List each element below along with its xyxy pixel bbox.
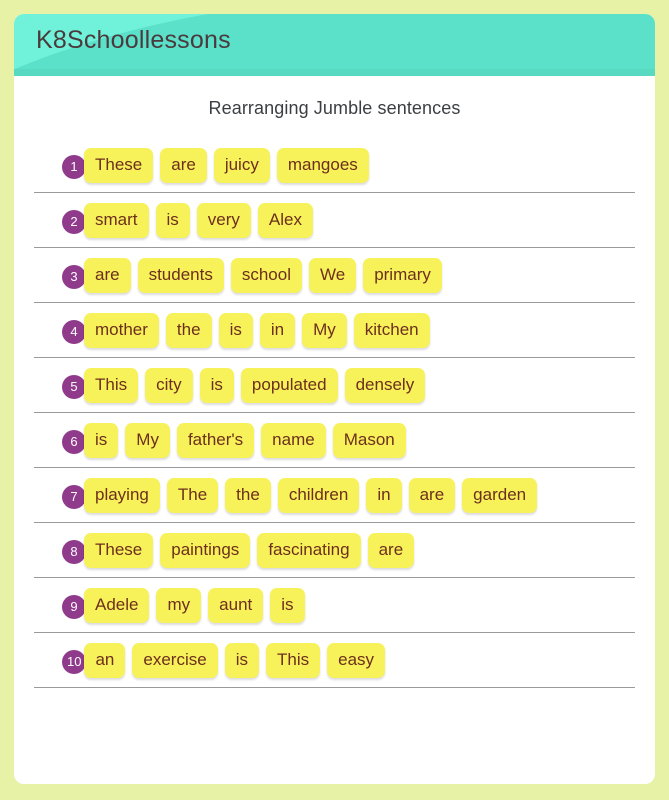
word-chip[interactable]: mother: [84, 312, 159, 348]
word-chip[interactable]: This: [84, 367, 139, 403]
word-chip[interactable]: These: [84, 147, 154, 183]
word-chip[interactable]: smart: [84, 202, 149, 238]
word-chip[interactable]: in: [366, 477, 402, 513]
word-chip[interactable]: densely: [344, 367, 426, 403]
word-chip[interactable]: easy: [327, 642, 386, 678]
word-chip[interactable]: an: [84, 642, 126, 678]
exercise-row: 1 These are juicy mangoes: [34, 138, 635, 193]
exercise-row: 4 mother the is in My kitchen: [34, 303, 635, 358]
word-chip-group: smart is very Alex: [84, 202, 320, 238]
word-chip[interactable]: in: [259, 312, 296, 348]
word-chip[interactable]: The: [166, 477, 219, 513]
word-chip-group: playing The the children in are garden: [84, 477, 544, 513]
word-chip[interactable]: is: [84, 422, 119, 458]
worksheet-body: Rearranging Jumble sentences 1 These are ju…: [14, 97, 655, 688]
exercise-number-badge: 5: [62, 375, 86, 399]
word-chip[interactable]: students: [137, 257, 224, 293]
word-chip[interactable]: city: [145, 367, 193, 403]
exercise-list: 1 These are juicy mangoes 2 smart is very Alex 3 ar…: [34, 138, 635, 688]
word-chip[interactable]: These: [84, 532, 154, 568]
word-chip[interactable]: is: [218, 312, 253, 348]
exercise-number-badge: 3: [62, 265, 86, 289]
word-chip[interactable]: This: [265, 642, 321, 678]
word-chip-group: These paintings fascinating are: [84, 532, 421, 568]
word-chip[interactable]: is: [199, 367, 234, 403]
word-chip[interactable]: are: [160, 147, 207, 183]
word-chip[interactable]: are: [408, 477, 456, 513]
word-chip[interactable]: aunt: [208, 587, 264, 623]
word-chip[interactable]: my: [156, 587, 202, 623]
exercise-number-badge: 8: [62, 540, 86, 564]
word-chip[interactable]: paintings: [160, 532, 251, 568]
word-chip[interactable]: playing: [84, 477, 160, 513]
word-chip[interactable]: exercise: [132, 642, 218, 678]
word-chip[interactable]: Adele: [84, 587, 150, 623]
exercise-number-badge: 7: [62, 485, 86, 509]
word-chip[interactable]: is: [155, 202, 190, 238]
word-chip-group: an exercise is This easy: [84, 642, 392, 678]
exercise-number-badge: 6: [62, 430, 86, 454]
word-chip[interactable]: children: [277, 477, 360, 513]
word-chip[interactable]: mangoes: [276, 147, 369, 183]
word-chip[interactable]: school: [230, 257, 302, 293]
word-chip[interactable]: Mason: [332, 422, 406, 458]
word-chip[interactable]: is: [224, 642, 259, 678]
exercise-row: 5 This city is populated densely: [34, 358, 635, 413]
exercise-row: 8 These paintings fascinating are: [34, 523, 635, 578]
word-chip[interactable]: kitchen: [353, 312, 430, 348]
exercise-row: 10 an exercise is This easy: [34, 633, 635, 688]
word-chip[interactable]: are: [84, 257, 131, 293]
word-chip[interactable]: Alex: [257, 202, 313, 238]
exercise-row: 2 smart is very Alex: [34, 193, 635, 248]
site-title: K8Schoollessons: [36, 26, 231, 54]
word-chip-group: mother the is in My kitchen: [84, 312, 437, 348]
word-chip[interactable]: father's: [176, 422, 255, 458]
word-chip-group: is My father's name Mason: [84, 422, 413, 458]
exercise-number-badge: 9: [62, 595, 86, 619]
word-chip[interactable]: the: [165, 312, 212, 348]
exercise-number-badge: 1: [62, 155, 86, 179]
word-chip[interactable]: are: [367, 532, 415, 568]
word-chip-group: are students school We primary: [84, 257, 449, 293]
word-chip-group: Adele my aunt is: [84, 587, 312, 623]
word-chip[interactable]: very: [196, 202, 251, 238]
exercise-row: 6 is My father's name Mason: [34, 413, 635, 468]
word-chip-group: These are juicy mangoes: [84, 147, 376, 183]
word-chip-group: This city is populated densely: [84, 367, 432, 403]
word-chip[interactable]: garden: [462, 477, 538, 513]
word-chip[interactable]: My: [125, 422, 170, 458]
exercise-row: 9 Adele my aunt is: [34, 578, 635, 633]
exercise-row: 7 playing The the children in are garden: [34, 468, 635, 523]
word-chip[interactable]: the: [225, 477, 271, 513]
exercise-number-badge: 4: [62, 320, 86, 344]
exercise-number-badge: 10: [62, 650, 87, 674]
word-chip[interactable]: We: [308, 257, 357, 293]
page-title: Rearranging Jumble sentences: [208, 98, 461, 118]
word-chip[interactable]: populated: [240, 367, 338, 403]
word-chip[interactable]: primary: [363, 257, 442, 293]
header-bottom-edge: [14, 69, 655, 76]
exercise-row: 3 are students school We primary: [34, 248, 635, 303]
page-background: K8Schoollessons Rearranging Jumble sente…: [0, 0, 669, 800]
exercise-number-badge: 2: [62, 210, 86, 234]
word-chip[interactable]: fascinating: [257, 532, 361, 568]
word-chip[interactable]: My: [302, 312, 347, 348]
worksheet-card: K8Schoollessons Rearranging Jumble sente…: [14, 14, 655, 784]
site-header: K8Schoollessons: [14, 14, 655, 76]
word-chip[interactable]: juicy: [213, 147, 270, 183]
word-chip[interactable]: name: [261, 422, 326, 458]
word-chip[interactable]: is: [270, 587, 305, 623]
